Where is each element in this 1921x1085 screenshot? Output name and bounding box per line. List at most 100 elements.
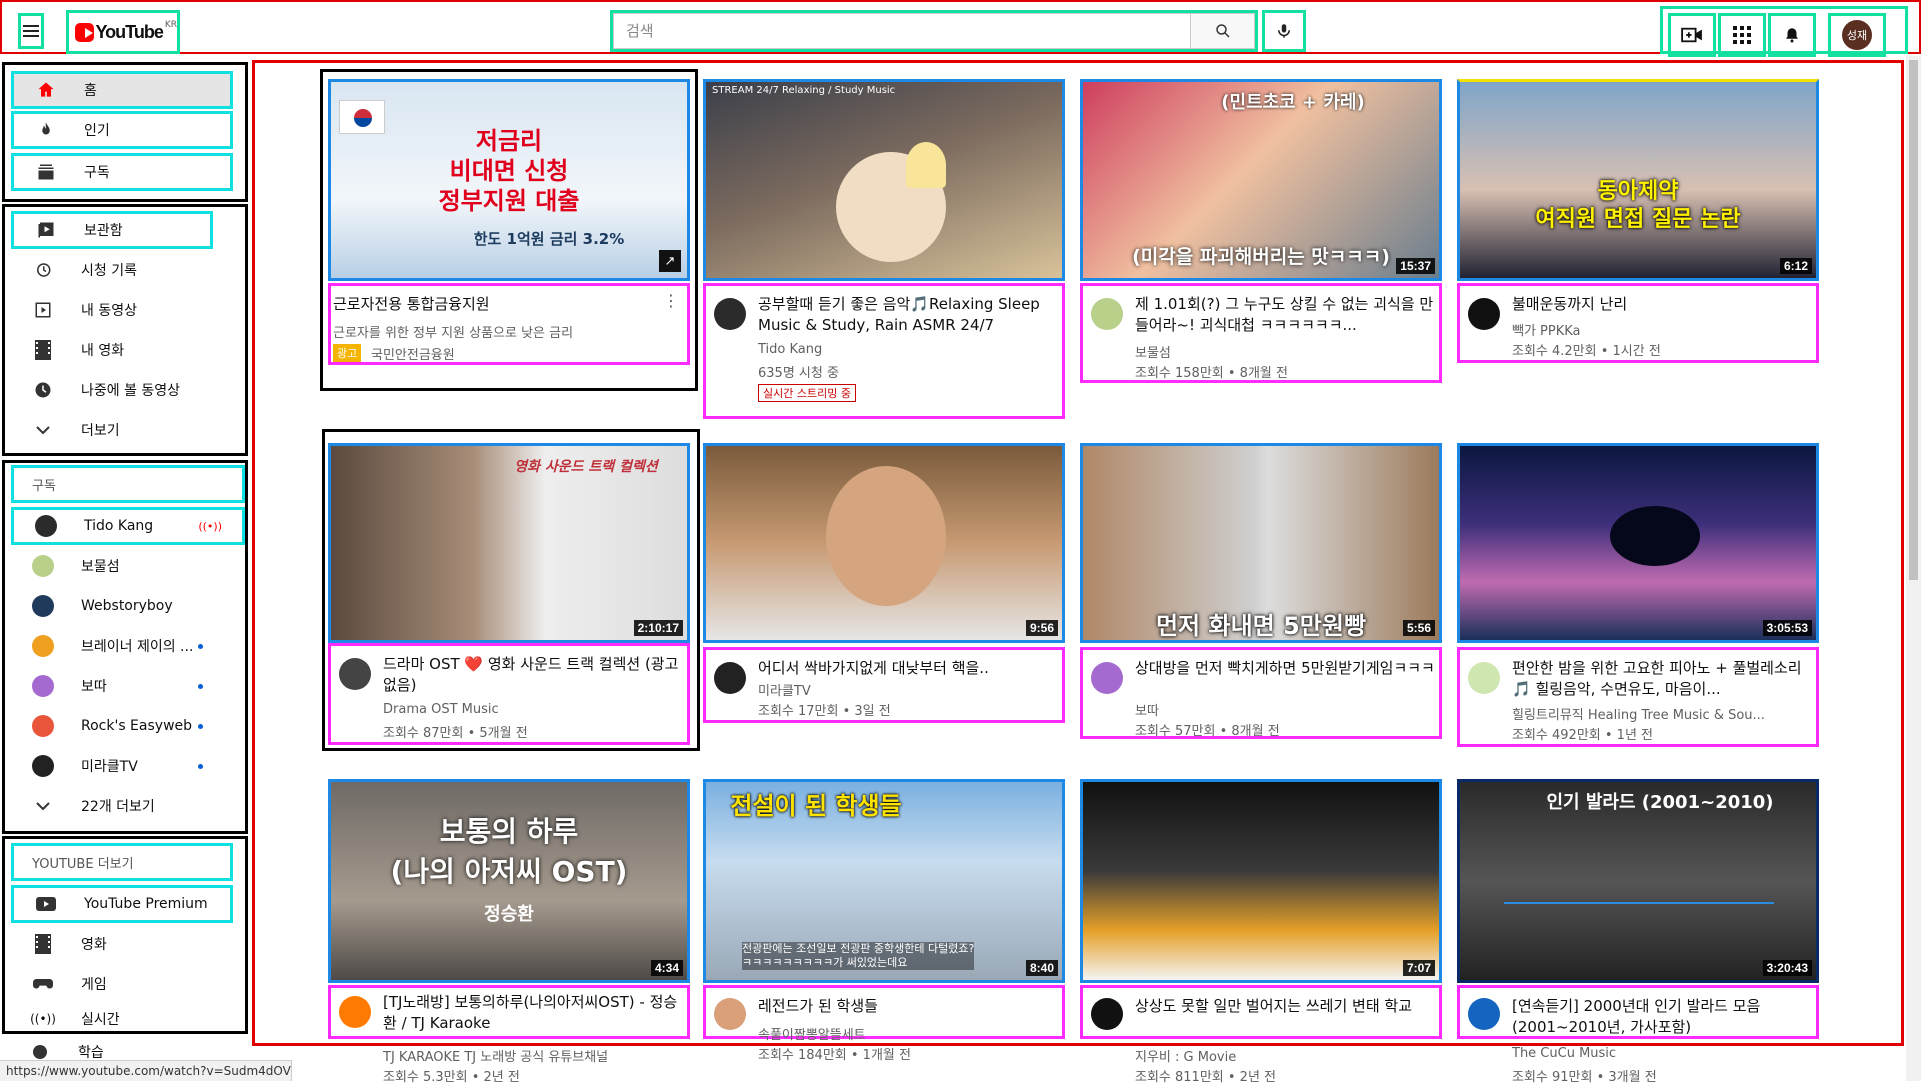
- channel-name[interactable]: 미라클TV: [758, 680, 811, 699]
- scrollbar[interactable]: [1906, 56, 1921, 1081]
- channel-name[interactable]: 빽가 PPKKa: [1512, 320, 1581, 339]
- video-thumbnail[interactable]: 전설이 된 학생들 전광판에는 조선일보 전광판 중학생한테 다털렸죠? ㅋㅋㅋ…: [703, 779, 1065, 983]
- channel-name[interactable]: 보물섬: [1135, 342, 1171, 361]
- video-title[interactable]: 공부할때 듣기 좋은 음악🎵Relaxing Sleep Music & Stu…: [758, 294, 1058, 336]
- channel-avatar[interactable]: [714, 298, 746, 330]
- thumbnail-text: (민트초코 + 카레): [1221, 92, 1365, 113]
- channel-avatar[interactable]: [1091, 662, 1123, 694]
- sidebar-channel[interactable]: Tido Kang ((•)): [11, 507, 245, 545]
- channel-avatar[interactable]: [1468, 662, 1500, 694]
- account-button[interactable]: 성재: [1828, 13, 1886, 57]
- sidebar-channel[interactable]: 미라클TV: [11, 747, 233, 785]
- video-thumbnail[interactable]: 영화 사운드 트랙 컬렉션 2:10:17: [328, 443, 690, 643]
- channel-avatar[interactable]: [1091, 998, 1123, 1030]
- sidebar-item-label: 영화: [81, 937, 107, 953]
- video-thumbnail[interactable]: (민트초코 + 카레) (미각을 파괴해버리는 맛ㅋㅋㅋ) 15:37: [1080, 79, 1442, 281]
- channel-name[interactable]: 속풀이짬뽕알뜰세트: [758, 1024, 866, 1043]
- channel-name: Tido Kang: [84, 518, 154, 534]
- video-thumbnail[interactable]: 동아제약 여직원 면접 질문 논란 6:12: [1457, 79, 1819, 281]
- movie-icon: [31, 338, 55, 362]
- channel-name: 보물섬: [81, 559, 120, 575]
- sidebar-item-watch-later[interactable]: 나중에 볼 동영상: [11, 371, 233, 409]
- sidebar-item-more-subscriptions[interactable]: 22개 더보기: [11, 787, 233, 825]
- menu-icon[interactable]: [18, 13, 44, 49]
- thumbnail-text: 저금리 비대면 신청 정부지원 대출: [438, 127, 580, 215]
- status-url: https://www.youtube.com/watch?v=Sudm4dOV…: [0, 1060, 292, 1081]
- channel-avatar[interactable]: [1468, 998, 1500, 1030]
- video-thumbnail[interactable]: 3:05:53: [1457, 443, 1819, 643]
- video-thumbnail[interactable]: 저금리 비대면 신청 정부지원 대출 한도 1억원 금리 3.2% ↗: [328, 79, 690, 281]
- video-duration: 9:56: [1025, 620, 1058, 636]
- video-thumbnail[interactable]: 9:56: [703, 443, 1065, 643]
- video-thumbnail[interactable]: 인기 발라드 (2001~2010) 3:20:43: [1457, 779, 1819, 983]
- video-meta: 공부할때 듣기 좋은 음악🎵Relaxing Sleep Music & Stu…: [703, 283, 1065, 419]
- timeline-line: [1504, 902, 1774, 904]
- video-title[interactable]: 상상도 못할 일만 벌어지는 쓰레기 변태 학교: [1135, 996, 1435, 1017]
- sidebar-item-gaming[interactable]: 게임: [11, 965, 233, 1003]
- channel-name[interactable]: Drama OST Music: [383, 702, 499, 717]
- channel-avatar[interactable]: [714, 998, 746, 1030]
- sidebar-channel[interactable]: 브레이너 제이의 ...: [11, 627, 233, 665]
- video-title[interactable]: 불매운동까지 난리: [1512, 294, 1812, 315]
- sidebar-channel[interactable]: Rock's Easyweb: [11, 707, 233, 745]
- sidebar-channel[interactable]: 보따: [11, 667, 233, 705]
- sidebar-item-my-movies[interactable]: 내 영화: [11, 331, 233, 369]
- video-title[interactable]: 제 1.01회(?) 그 누구도 상킬 수 없는 괴식을 만들어라~! 괴식대첩…: [1135, 294, 1435, 336]
- channel-avatar[interactable]: [339, 996, 371, 1028]
- sidebar-item-trending[interactable]: 인기: [11, 111, 233, 149]
- sidebar-item-history[interactable]: 시청 기록: [11, 251, 233, 289]
- channel-avatar[interactable]: [714, 662, 746, 694]
- sidebar-item-live[interactable]: ((•)) 실시간: [11, 1005, 233, 1033]
- sidebar-item-home[interactable]: 홈: [11, 71, 233, 109]
- sidebar-channel[interactable]: Webstoryboy: [11, 587, 233, 625]
- video-title[interactable]: [연속듣기] 2000년대 인기 발라드 모음 (2001~2010년, 가사포…: [1512, 996, 1812, 1038]
- video-thumbnail[interactable]: 7:07: [1080, 779, 1442, 983]
- channel-name[interactable]: The CuCu Music: [1512, 1046, 1616, 1061]
- channel-avatar[interactable]: [1091, 298, 1123, 330]
- more-options-icon[interactable]: ⋮: [663, 293, 679, 309]
- video-thumbnail[interactable]: 먼저 화내면 5만원빵 5:56: [1080, 443, 1442, 643]
- create-button[interactable]: [1668, 13, 1716, 57]
- video-title[interactable]: 상대방을 먼저 빡치게하면 5만원받기게임ㅋㅋㅋ: [1135, 658, 1435, 679]
- channel-avatar: [35, 515, 57, 537]
- video-stats: 조회수 811만회 • 2년 전: [1135, 1070, 1277, 1085]
- channel-name[interactable]: 보따: [1135, 700, 1159, 719]
- sidebar-item-movies[interactable]: 영화: [11, 925, 233, 963]
- video-title[interactable]: 어디서 싹바가지없게 대낮부터 핵을..: [758, 658, 1058, 679]
- sidebar-channel[interactable]: 보물섬: [11, 547, 233, 585]
- channel-avatar: [32, 675, 54, 697]
- video-thumbnail[interactable]: 보통의 하루 (나의 아저씨 OST) 정승환 4:34: [328, 779, 690, 983]
- viewer-count: 635명 시청 중: [758, 366, 839, 381]
- video-title[interactable]: 근로자전용 통합금융지원: [333, 294, 653, 315]
- notifications-button[interactable]: [1768, 13, 1816, 57]
- search-input[interactable]: [613, 13, 1191, 49]
- youtube-logo[interactable]: YouTube KR: [66, 10, 180, 54]
- channel-avatar[interactable]: [339, 658, 371, 690]
- video-title[interactable]: 드라마 OST ❤️ 영화 사운드 트랙 컬렉션 (광고 없음): [383, 654, 683, 696]
- video-title[interactable]: [TJ노래방] 보통의하루(나의아저씨OST) - 정승환 / TJ Karao…: [383, 992, 683, 1034]
- video-thumbnail[interactable]: STREAM 24/7 Relaxing / Study Music: [703, 79, 1065, 281]
- video-stats: 조회수 184만회 • 1개월 전: [758, 1048, 911, 1063]
- video-title[interactable]: 레전드가 된 학생들: [758, 996, 1058, 1017]
- channel-name[interactable]: 지우비 : G Movie: [1135, 1046, 1236, 1065]
- sidebar-item-subscriptions[interactable]: 구독: [11, 153, 233, 191]
- sidebar-item-youtube-premium[interactable]: YouTube Premium: [11, 885, 233, 923]
- search-button[interactable]: [1191, 13, 1255, 49]
- apps-button[interactable]: [1718, 13, 1766, 57]
- scrollbar-thumb[interactable]: [1909, 60, 1918, 580]
- channel-avatar[interactable]: [1468, 298, 1500, 330]
- ad-badge: 광고: [333, 344, 362, 362]
- avatar: 성재: [1842, 20, 1872, 50]
- channel-name[interactable]: TJ KARAOKE TJ 노래방 공식 유튜브채널: [383, 1046, 608, 1065]
- new-content-indicator: [198, 683, 203, 689]
- sidebar-item-library[interactable]: 보관함: [11, 211, 213, 249]
- voice-search-button[interactable]: [1262, 10, 1306, 52]
- channel-name[interactable]: 힐링트리뮤직 Healing Tree Music & Sou...: [1512, 704, 1782, 723]
- video-title[interactable]: 편안한 밤을 위한 고요한 피아노 + 풀벌레소리 🎵 힐링음악, 수면유도, …: [1512, 658, 1812, 700]
- channel-name[interactable]: Tido Kang: [758, 342, 822, 357]
- video-duration: 3:05:53: [1762, 620, 1812, 636]
- sidebar-item-learning[interactable]: 학습: [8, 1044, 230, 1060]
- sidebar-item-my-videos[interactable]: 내 동영상: [11, 291, 233, 329]
- sidebar-item-show-more[interactable]: 더보기: [11, 411, 233, 449]
- external-link-icon[interactable]: ↗: [659, 250, 681, 272]
